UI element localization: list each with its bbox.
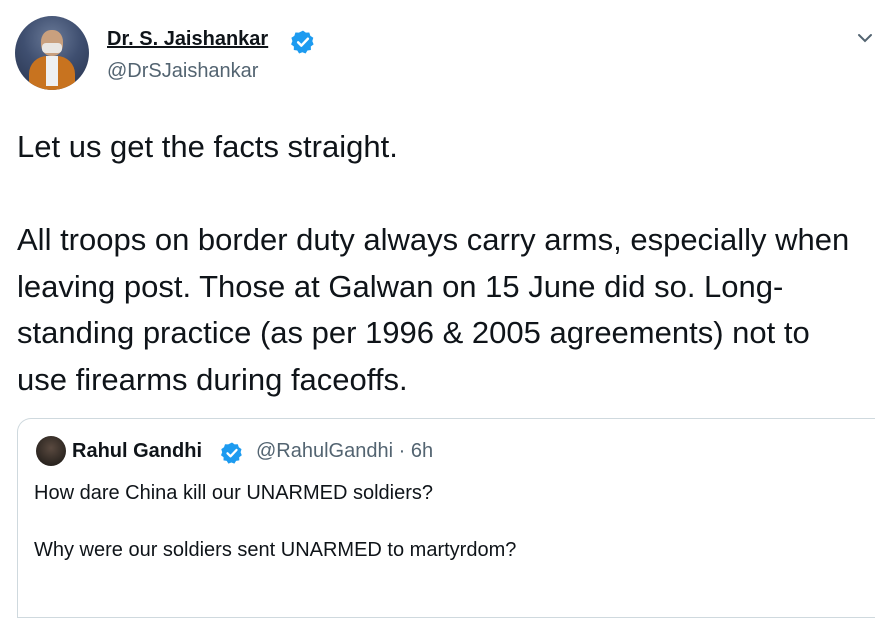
verified-badge-icon (291, 30, 314, 54)
quoted-author-name: Rahul Gandhi (72, 440, 202, 462)
author-avatar[interactable] (15, 16, 89, 90)
tweet-text: Let us get the facts straight. All troop… (17, 124, 867, 403)
quoted-author-avatar (36, 436, 66, 466)
avatar-shirt (46, 56, 58, 86)
verified-badge-icon (221, 442, 242, 464)
tweet-paragraph: Let us get the facts straight. (17, 129, 398, 164)
author-name[interactable]: Dr. S. Jaishankar (107, 28, 268, 51)
tweet-paragraph: All troops on border duty always carry a… (17, 222, 850, 397)
avatar-mask (42, 43, 62, 53)
quoted-tweet-line: How dare China kill our UNARMED soldiers… (34, 482, 434, 504)
author-handle[interactable]: @DrSJaishankar (107, 60, 258, 83)
chevron-down-icon[interactable] (855, 28, 875, 48)
quoted-tweet-line: Why were our soldiers sent UNARMED to ma… (34, 539, 517, 561)
quoted-author-handle-time: @RahulGandhi · 6h (256, 440, 434, 462)
